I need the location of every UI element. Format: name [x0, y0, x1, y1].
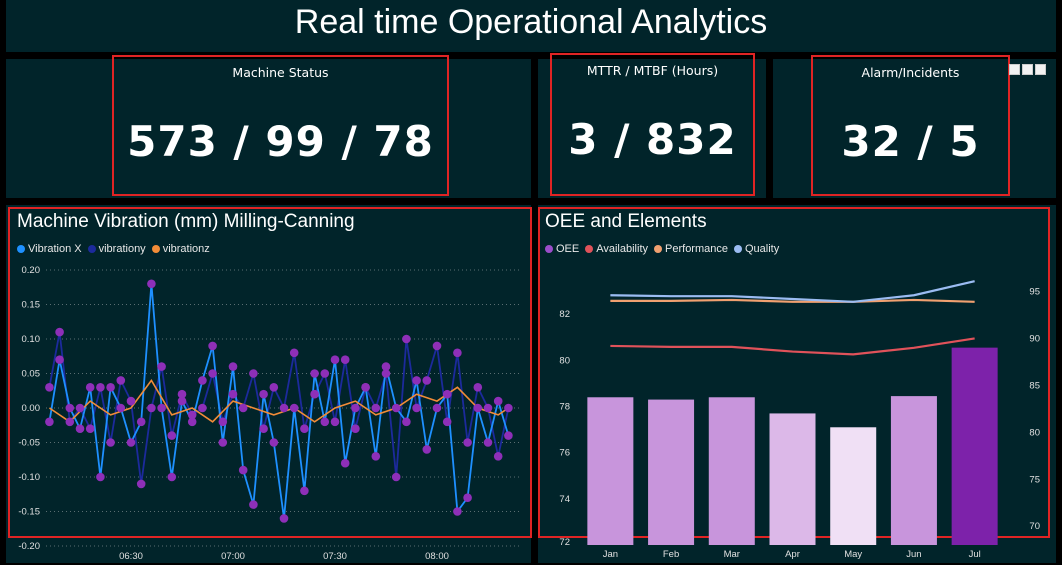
x-tick-label: Jul: [969, 549, 981, 560]
y2-tick-label: 80: [1029, 427, 1040, 438]
y2-tick-label: 85: [1029, 380, 1040, 391]
oee-bar: [648, 399, 695, 545]
oee-bar: [708, 397, 755, 545]
oee-bar: [830, 427, 877, 545]
x-tick-label: Mar: [724, 549, 740, 560]
y-tick-label: 72: [559, 537, 570, 548]
x-tick-label: Apr: [785, 549, 800, 560]
y-tick-label: 78: [559, 402, 570, 413]
x-tick-label: Jun: [906, 549, 921, 560]
y2-tick-label: 75: [1029, 474, 1040, 485]
series-line-performance: [610, 298, 975, 303]
oee-chart[interactable]: 74 76 78 80 82 72 70 75 80 85 90 95 Jan Feb Mar Apr May J…: [0, 0, 1062, 565]
y-tick-label: 82: [559, 309, 570, 320]
y2-tick-label: 90: [1029, 333, 1040, 344]
x-tick-label: Jan: [603, 549, 618, 560]
x-tick-label: Feb: [663, 549, 679, 560]
oee-bar: [769, 413, 816, 545]
y-tick-label: 74: [559, 494, 570, 505]
oee-bar: [587, 397, 634, 545]
series-line-availability: [610, 337, 975, 356]
oee-bar: [951, 347, 998, 545]
x-tick-label: May: [844, 549, 862, 560]
series-line-quality: [610, 280, 975, 303]
oee-bar: [890, 396, 937, 545]
y-tick-label: 80: [559, 355, 570, 366]
y2-tick-label: 95: [1029, 286, 1040, 297]
y2-tick-label: 70: [1029, 521, 1040, 532]
y-tick-label: 76: [559, 448, 570, 459]
